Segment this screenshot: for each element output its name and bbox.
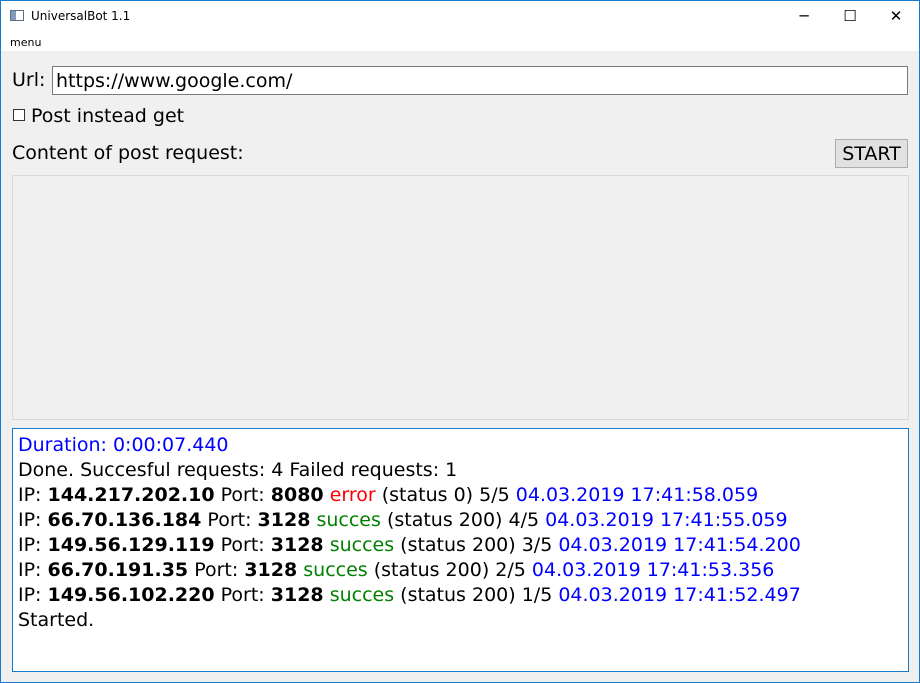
ip-label: IP: xyxy=(18,534,48,556)
timestamp: 04.03.2019 17:41:53.356 xyxy=(531,559,775,581)
ip-address: 149.56.102.220 xyxy=(47,584,215,606)
log-output[interactable]: Duration: 0:00:07.440 Done. Succesful re… xyxy=(12,428,909,672)
ip-address: 66.70.191.35 xyxy=(47,559,189,581)
port-number: 8080 xyxy=(270,484,324,506)
close-button[interactable]: ✕ xyxy=(873,1,919,31)
window-title: UniversalBot 1.1 xyxy=(31,9,131,23)
post-content-label: Content of post request: xyxy=(12,142,244,164)
summary-line: Done. Succesful requests: 4 Failed reque… xyxy=(18,459,458,481)
ip-label: IP: xyxy=(18,584,48,606)
result-status: succes xyxy=(303,559,368,581)
port-number: 3128 xyxy=(244,559,298,581)
started-line: Started. xyxy=(18,609,95,631)
timestamp: 04.03.2019 17:41:58.059 xyxy=(515,484,759,506)
post-instead-get-label[interactable]: Post instead get xyxy=(31,105,184,127)
log-entry: IP: 149.56.129.119 Port: 3128 succes (st… xyxy=(18,533,903,558)
app-icon xyxy=(10,10,24,21)
result-status: succes xyxy=(316,509,381,531)
log-entry: IP: 66.70.191.35 Port: 3128 succes (stat… xyxy=(18,558,903,583)
port-label: Port: xyxy=(214,584,271,606)
start-button[interactable]: START xyxy=(835,139,908,168)
minimize-button[interactable]: ─ xyxy=(781,1,827,31)
ip-label: IP: xyxy=(18,484,48,506)
port-number: 3128 xyxy=(270,584,324,606)
ip-address: 144.217.202.10 xyxy=(47,484,215,506)
status-code: (status 200) 4/5 xyxy=(386,509,540,531)
status-code: (status 200) 2/5 xyxy=(373,559,526,581)
post-content-textarea[interactable] xyxy=(12,175,909,420)
result-status: succes xyxy=(329,584,395,606)
ip-label: IP: xyxy=(18,509,48,531)
timestamp: 04.03.2019 17:41:54.200 xyxy=(558,534,801,556)
status-code: (status 200) 1/5 xyxy=(400,584,553,606)
post-instead-get-checkbox[interactable] xyxy=(13,109,25,121)
port-number: 3128 xyxy=(270,534,324,556)
port-label: Port: xyxy=(214,484,271,506)
port-label: Port: xyxy=(201,509,258,531)
port-number: 3128 xyxy=(257,509,311,531)
port-label: Port: xyxy=(214,534,271,556)
log-entry: IP: 144.217.202.10 Port: 8080 error (sta… xyxy=(18,483,903,508)
log-entry: IP: 66.70.136.184 Port: 3128 succes (sta… xyxy=(18,508,903,533)
ip-address: 149.56.129.119 xyxy=(47,534,215,556)
port-label: Port: xyxy=(188,559,245,581)
menu-bar: menu xyxy=(1,31,919,51)
ip-address: 66.70.136.184 xyxy=(47,509,202,531)
status-code: (status 200) 3/5 xyxy=(400,534,553,556)
status-code: (status 0) 5/5 xyxy=(381,484,510,506)
app-window: UniversalBot 1.1 ─ ☐ ✕ menu Url: Post in… xyxy=(0,0,920,683)
url-label: Url: xyxy=(12,69,46,91)
timestamp: 04.03.2019 17:41:52.497 xyxy=(558,584,801,606)
maximize-button[interactable]: ☐ xyxy=(827,1,873,31)
ip-label: IP: xyxy=(18,559,48,581)
log-entry: IP: 149.56.102.220 Port: 3128 succes (st… xyxy=(18,583,903,608)
result-status: succes xyxy=(329,534,395,556)
timestamp: 04.03.2019 17:41:55.059 xyxy=(545,509,788,531)
url-input[interactable] xyxy=(52,66,908,95)
duration-line: Duration: 0:00:07.440 xyxy=(18,434,229,456)
title-bar[interactable]: UniversalBot 1.1 ─ ☐ ✕ xyxy=(1,1,919,31)
menu-item-menu[interactable]: menu xyxy=(10,36,41,49)
result-status: error xyxy=(329,484,376,506)
